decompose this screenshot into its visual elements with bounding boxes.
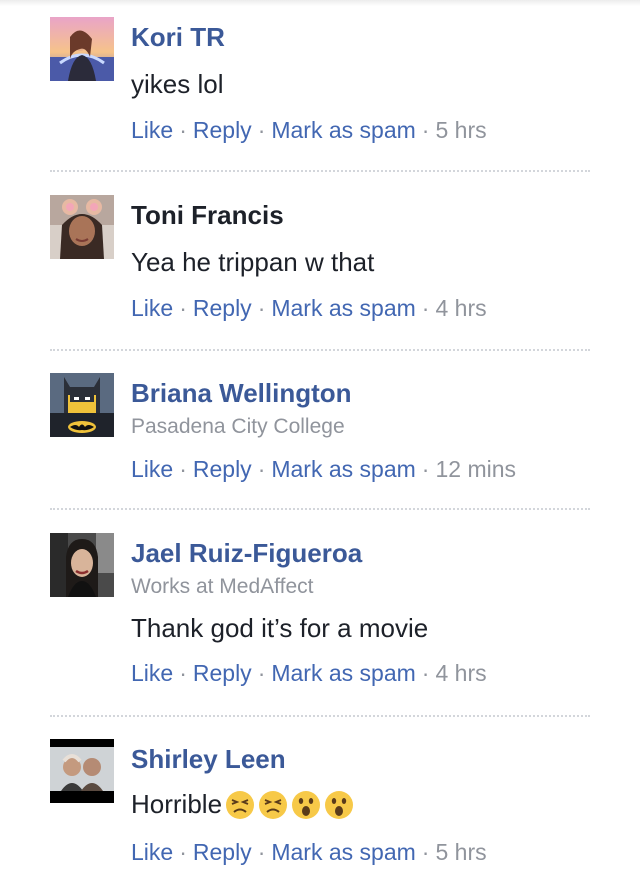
comment-actions: Like · Reply · Mark as spam · 5 hrs <box>131 117 487 144</box>
commenter-subtitle: Works at MedAffect <box>131 575 314 598</box>
comment-text: yikes lol <box>131 69 223 100</box>
mark-as-spam-button[interactable]: Mark as spam <box>271 295 415 321</box>
reply-button[interactable]: Reply <box>193 456 252 482</box>
astonished-face-emoji <box>292 790 321 819</box>
reply-button[interactable]: Reply <box>193 295 252 321</box>
reply-button[interactable]: Reply <box>193 839 252 865</box>
separator-dot: · <box>257 839 266 865</box>
separator-dot: · <box>421 839 430 865</box>
comment-actions: Like · Reply · Mark as spam · 4 hrs <box>131 295 487 322</box>
avatar[interactable] <box>50 739 114 803</box>
separator-dot: · <box>421 660 430 686</box>
separator-dot: · <box>179 295 187 321</box>
separator-dot: · <box>421 117 430 143</box>
comment-divider <box>50 170 590 172</box>
comment-timestamp[interactable]: 12 mins <box>435 456 516 482</box>
mark-as-spam-button[interactable]: Mark as spam <box>271 660 415 686</box>
commenter-name[interactable]: Kori TR <box>131 22 225 53</box>
mark-as-spam-button[interactable]: Mark as spam <box>271 117 415 143</box>
like-button[interactable]: Like <box>131 117 173 143</box>
comment-text: Thank god it’s for a movie <box>131 613 428 644</box>
comment-timestamp[interactable]: 5 hrs <box>435 117 486 143</box>
astonished-face-emoji <box>325 790 354 819</box>
commenter-name[interactable]: Shirley Leen <box>131 744 286 775</box>
commenter-name[interactable]: Briana Wellington <box>131 378 352 409</box>
comment-actions: Like · Reply · Mark as spam · 5 hrs <box>131 839 487 866</box>
separator-dot: · <box>421 295 430 321</box>
avatar[interactable] <box>50 195 114 259</box>
comment-item: Kori TR yikes lol Like · Reply · Mark as spa… <box>0 17 640 167</box>
separator-dot: · <box>257 456 266 482</box>
avatar[interactable] <box>50 533 114 597</box>
separator-dot: · <box>179 456 187 482</box>
avatar[interactable] <box>50 373 114 437</box>
like-button[interactable]: Like <box>131 456 173 482</box>
mark-as-spam-button[interactable]: Mark as spam <box>271 839 415 865</box>
comment-timestamp[interactable]: 4 hrs <box>435 660 486 686</box>
avatar[interactable] <box>50 17 114 81</box>
reply-button[interactable]: Reply <box>193 117 252 143</box>
separator-dot: · <box>179 839 187 865</box>
commenter-name[interactable]: Toni Francis <box>131 200 284 231</box>
comment-item: Toni Francis Yea he trippan w that Like ·… <box>0 195 640 345</box>
persevering-face-emoji <box>259 790 288 819</box>
comment-divider <box>50 715 590 717</box>
reply-button[interactable]: Reply <box>193 660 252 686</box>
separator-dot: · <box>179 117 187 143</box>
comment-actions: Like · Reply · Mark as spam · 12 mins <box>131 456 516 483</box>
comment-text: Horrible <box>131 789 354 820</box>
separator-dot: · <box>257 295 266 321</box>
comment-timestamp[interactable]: 5 hrs <box>435 839 486 865</box>
like-button[interactable]: Like <box>131 295 173 321</box>
comment-body: yikes lol <box>131 69 224 99</box>
comment-item: Briana Wellington Pasadena City College … <box>0 373 640 503</box>
comment-item: Jael Ruiz-Figueroa Works at MedAffect Th… <box>0 533 640 703</box>
comment-divider <box>50 508 590 510</box>
separator-dot: · <box>257 660 266 686</box>
mark-as-spam-button[interactable]: Mark as spam <box>271 456 415 482</box>
comment-body: Thank god it’s for a movie <box>131 613 429 643</box>
comment-divider <box>50 349 590 351</box>
like-button[interactable]: Like <box>131 660 173 686</box>
commenter-subtitle: Pasadena City College <box>131 415 345 438</box>
top-shadow <box>0 0 640 6</box>
comment-body: Yea he trippan w that <box>131 247 375 277</box>
commenter-name[interactable]: Jael Ruiz-Figueroa <box>131 538 362 569</box>
comment-body: Horrible <box>131 789 223 819</box>
comment-actions: Like · Reply · Mark as spam · 4 hrs <box>131 660 487 687</box>
separator-dot: · <box>421 456 430 482</box>
separator-dot: · <box>179 660 187 686</box>
comment-text: Yea he trippan w that <box>131 247 374 278</box>
like-button[interactable]: Like <box>131 839 173 865</box>
persevering-face-emoji <box>226 790 255 819</box>
separator-dot: · <box>257 117 266 143</box>
comment-timestamp[interactable]: 4 hrs <box>435 295 486 321</box>
comment-item: Shirley Leen Horrible Like · Reply · Mar… <box>0 739 640 881</box>
